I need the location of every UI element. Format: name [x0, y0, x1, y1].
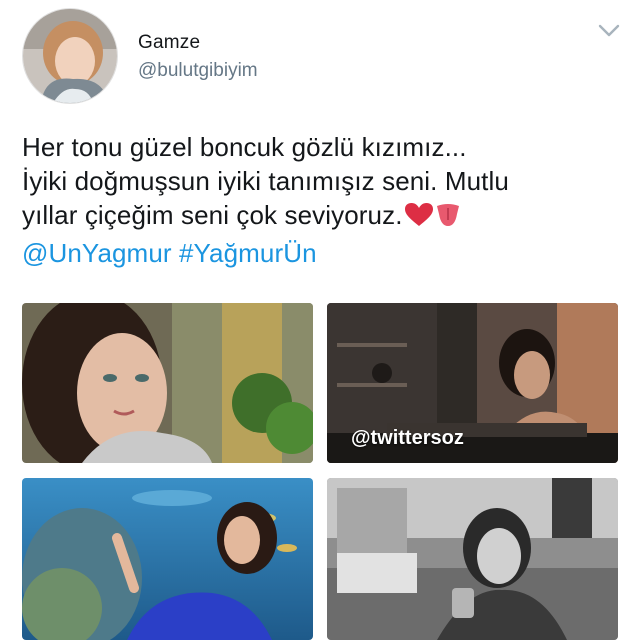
hashtag-link[interactable]: #YağmurÜn	[179, 238, 317, 268]
watermark-text: @twittersoz	[351, 427, 464, 449]
tweet-line-1: Her tonu güzel boncuk gözlü kızımız...	[22, 132, 467, 162]
display-name[interactable]: Gamze	[138, 32, 200, 54]
tweet-line-4: @UnYagmur #YağmurÜn	[22, 236, 622, 270]
photo-2[interactable]: @twittersoz	[327, 303, 618, 463]
tweet-line-3: yıllar çiçeğim seni çok seviyoruz.	[22, 198, 622, 236]
red-heart-icon	[403, 202, 435, 236]
tweet-line-2: İyiki doğmuşsun iyiki tanımışız seni. Mu…	[22, 166, 509, 196]
tweet-card: Gamze @bulutgibiyim Her tonu güzel boncu…	[0, 0, 640, 640]
chevron-down-icon[interactable]	[598, 24, 620, 38]
photo-4[interactable]	[327, 478, 618, 640]
avatar[interactable]	[22, 8, 118, 104]
avatar-photo	[23, 9, 117, 103]
tongue-icon	[435, 202, 461, 236]
photo-1[interactable]	[22, 303, 313, 463]
mention-link[interactable]: @UnYagmur	[22, 238, 172, 268]
tweet-text: Her tonu güzel boncuk gözlü kızımız... İ…	[22, 130, 622, 270]
tweet-line-3-text: yıllar çiçeğim seni çok seviyoruz.	[22, 200, 403, 230]
photo-3[interactable]	[22, 478, 313, 640]
user-handle[interactable]: @bulutgibiyim	[138, 60, 258, 82]
